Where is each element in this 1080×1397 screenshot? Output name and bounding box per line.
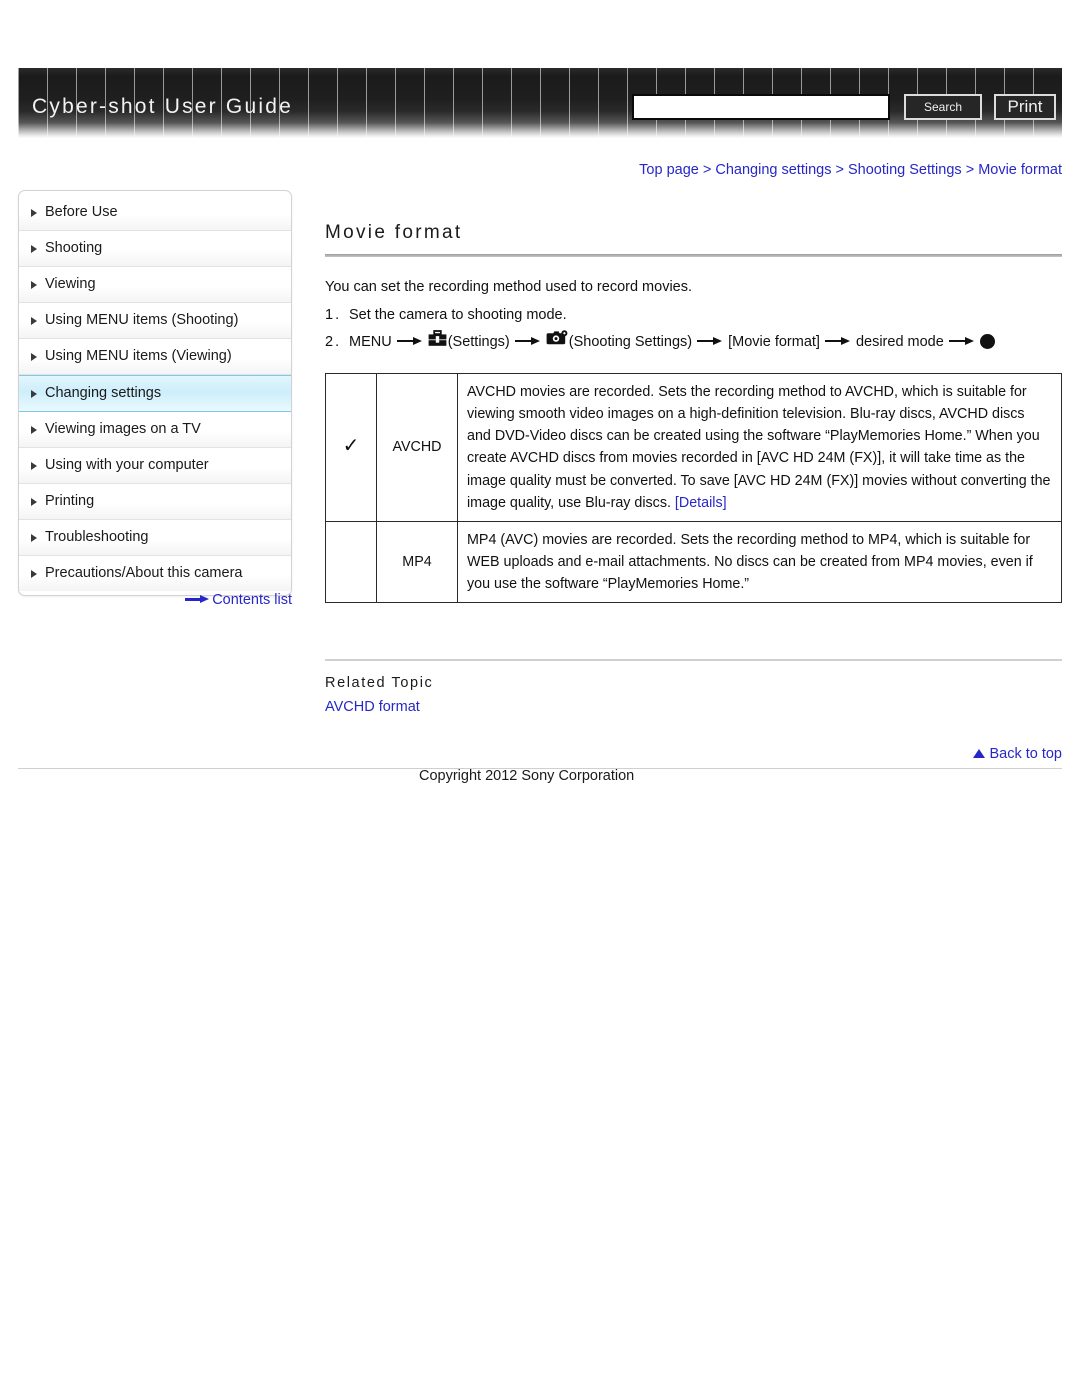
contents-list-label: Contents list: [212, 592, 292, 608]
table-row: ✓ AVCHD AVCHD movies are recorded. Sets …: [325, 373, 1062, 522]
step-text: Set the camera to shooting mode.: [349, 307, 567, 323]
sidebar-item-label: Before Use: [45, 204, 118, 220]
sidebar-item-label: Viewing: [45, 276, 96, 292]
related-topic-link-avchd-format[interactable]: AVCHD format: [325, 699, 1062, 715]
print-button[interactable]: Print: [994, 94, 1056, 120]
search-input[interactable]: [632, 94, 890, 120]
sidebar-item-label: Viewing images on a TV: [45, 421, 201, 437]
sidebar-item-label: Using MENU items (Viewing): [45, 348, 232, 364]
option-description-mp4: MP4 (AVC) movies are recorded. Sets the …: [457, 520, 1062, 604]
chevron-right-icon: [31, 569, 37, 578]
arrow-right-icon: [514, 336, 541, 346]
chevron-right-icon: [31, 425, 37, 434]
chevron-right-icon: [31, 389, 37, 398]
sidebar-item-changing-settings[interactable]: Changing settings: [19, 375, 291, 412]
search-button[interactable]: Search: [904, 94, 982, 120]
step-number: 2.: [325, 333, 342, 350]
sidebar-item-label: Printing: [45, 493, 95, 509]
sidebar-item-using-menu-items-shooting[interactable]: Using MENU items (Shooting): [19, 303, 291, 339]
step-1: 1. Set the camera to shooting mode.: [325, 307, 1062, 323]
filled-circle-icon: [979, 333, 995, 349]
chevron-right-icon: [31, 352, 37, 361]
breadcrumb-separator: >: [835, 162, 844, 178]
sidebar-item-using-menu-items-viewing[interactable]: Using MENU items (Viewing): [19, 339, 291, 375]
back-to-top-link[interactable]: Back to top: [325, 746, 1062, 762]
chevron-right-icon: [31, 497, 37, 506]
sidebar-item-label: Changing settings: [45, 385, 162, 401]
sidebar-item-using-with-your-computer[interactable]: Using with your computer: [19, 448, 291, 484]
arrow-right-icon: [948, 336, 975, 346]
sidebar-item-precautions-about-this-camera[interactable]: Precautions/About this camera: [19, 556, 291, 591]
main-content: Movie format You can set the recording m…: [325, 222, 1062, 715]
check-icon: ✓: [342, 434, 360, 457]
shooting-settings-label: (Shooting Settings): [568, 333, 693, 350]
chevron-right-icon: [31, 316, 37, 325]
camera-shooting-settings-icon: [546, 330, 568, 351]
contents-list-link[interactable]: Contents list: [18, 592, 292, 608]
steps-list: 1. Set the camera to shooting mode. 2. MEN…: [325, 307, 1062, 351]
option-name-mp4: MP4: [376, 520, 458, 604]
sidebar-item-shooting[interactable]: Shooting: [19, 231, 291, 267]
related-topic-section: Related Topic AVCHD format: [325, 659, 1062, 715]
arrow-right-icon: [185, 594, 210, 604]
site-header: Cyber-shot User Guide Search Print: [18, 68, 1062, 138]
chevron-right-icon: [31, 280, 37, 289]
details-link[interactable]: [Details]: [675, 495, 727, 511]
movie-format-options-table: ✓ AVCHD AVCHD movies are recorded. Sets …: [325, 373, 1062, 604]
sidebar-navigation: Before Use Shooting Viewing Using MENU i…: [18, 190, 292, 596]
breadcrumb-separator: >: [702, 162, 712, 178]
sidebar-item-label: Troubleshooting: [45, 529, 149, 545]
option-description-avchd: AVCHD movies are recorded. Sets the reco…: [457, 373, 1062, 522]
sidebar-item-label: Shooting: [45, 240, 103, 256]
sidebar-item-printing[interactable]: Printing: [19, 484, 291, 520]
step-number: 1.: [325, 307, 342, 323]
arrow-right-icon: [396, 336, 423, 346]
arrow-right-icon: [824, 336, 851, 346]
breadcrumb-separator: >: [965, 162, 975, 178]
page-title: Movie format: [325, 222, 463, 243]
step-2: 2. MENU (Settings) (Shooting Settings) [Movi…: [325, 330, 1062, 351]
default-check-cell: [325, 520, 377, 604]
breadcrumb-item-shooting-settings[interactable]: Shooting Settings: [848, 162, 962, 178]
arrow-right-icon: [697, 336, 723, 346]
movie-format-item-label: [Movie format]: [728, 333, 820, 350]
default-check-cell: ✓: [325, 373, 377, 522]
option-description-text: AVCHD movies are recorded. Sets the reco…: [467, 384, 1051, 511]
sidebar-item-label: Using MENU items (Shooting): [45, 312, 239, 328]
settings-label: (Settings): [447, 333, 510, 350]
triangle-up-icon: [973, 748, 986, 758]
sidebar-item-label: Precautions/About this camera: [45, 565, 243, 581]
menu-label: MENU: [349, 333, 392, 350]
back-to-top-label: Back to top: [989, 746, 1062, 762]
sidebar-item-viewing-images-on-a-tv[interactable]: Viewing images on a TV: [19, 412, 291, 448]
site-title: Cyber-shot User Guide: [32, 95, 293, 118]
breadcrumb-item-movie-format[interactable]: Movie format: [978, 162, 1062, 178]
toolbox-settings-icon: [428, 330, 447, 351]
sidebar-item-viewing[interactable]: Viewing: [19, 267, 291, 303]
sidebar-item-before-use[interactable]: Before Use: [19, 195, 291, 231]
option-name-avchd: AVCHD: [376, 373, 458, 522]
chevron-right-icon: [31, 461, 37, 470]
breadcrumb-item-top-page[interactable]: Top page: [639, 162, 699, 178]
intro-text: You can set the recording method used to…: [325, 279, 693, 295]
title-divider: [325, 254, 1062, 257]
copyright-text: Copyright 2012 Sony Corporation: [419, 768, 635, 784]
chevron-right-icon: [31, 208, 37, 217]
breadcrumb: Top page > Changing settings > Shooting …: [325, 162, 1062, 178]
table-row: MP4 MP4 (AVC) movies are recorded. Sets …: [325, 520, 1062, 604]
desired-mode-label: desired mode: [855, 333, 944, 350]
sidebar-item-label: Using with your computer: [45, 457, 209, 473]
chevron-right-icon: [31, 244, 37, 253]
related-topic-heading: Related Topic: [325, 675, 434, 692]
breadcrumb-item-changing-settings[interactable]: Changing settings: [715, 162, 831, 178]
chevron-right-icon: [31, 533, 37, 542]
sidebar-item-troubleshooting[interactable]: Troubleshooting: [19, 520, 291, 556]
